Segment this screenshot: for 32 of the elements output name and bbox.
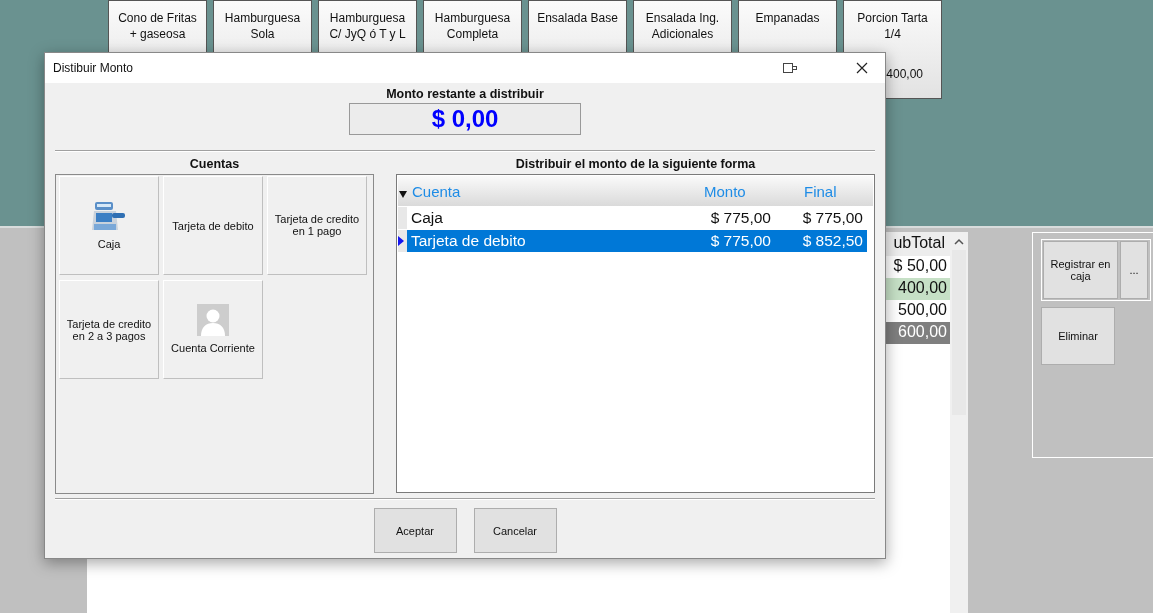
scroll-up-icon[interactable] xyxy=(954,238,964,246)
remaining-amount: $ 0,00 xyxy=(349,103,581,135)
accept-button[interactable]: Aceptar xyxy=(373,508,457,553)
table-cell-text: $ 775,00 xyxy=(801,209,864,227)
table-cell-text: $ 775,00 xyxy=(709,209,772,227)
cancel-button[interactable]: Cancelar xyxy=(473,508,557,553)
table-cell-text: $ 775,00 xyxy=(709,232,772,250)
table-row[interactable]: Tarjeta de debito $ 775,00 $ 852,50 xyxy=(407,230,867,252)
column-header: ubTotal xyxy=(886,232,950,256)
table-cell-text: Caja xyxy=(410,209,444,227)
account-tile[interactable]: Tarjeta de debito xyxy=(163,176,263,275)
register-button[interactable]: Registrar en caja xyxy=(1043,241,1118,299)
more-button[interactable]: ... xyxy=(1120,241,1148,299)
section-title: Cuentas xyxy=(189,157,240,171)
table-cell: 600,00 xyxy=(886,322,950,344)
section-title: Distribuir el monto de la siguiente forma xyxy=(515,157,756,171)
delete-button[interactable]: Eliminar xyxy=(1041,307,1115,365)
row-indicator-icon xyxy=(398,236,404,246)
person-placeholder-icon xyxy=(197,304,229,336)
table-cell-text: $ 852,50 xyxy=(801,232,864,250)
account-tile[interactable]: Caja xyxy=(59,176,159,275)
cash-register-icon xyxy=(92,200,126,232)
account-tile[interactable]: Tarjeta de credito en 2 a 3 pagos xyxy=(59,280,159,379)
row-header[interactable] xyxy=(398,230,407,252)
table-cell: 400,00 xyxy=(886,278,950,300)
account-tile[interactable]: Tarjeta de credito en 1 pago xyxy=(267,176,367,275)
scrollbar[interactable] xyxy=(950,232,968,613)
window-icon[interactable] xyxy=(783,63,797,73)
sort-arrow-icon xyxy=(398,188,408,200)
account-tile[interactable]: Cuenta Corriente xyxy=(163,280,263,379)
table-row[interactable]: Caja $ 775,00 $ 775,00 xyxy=(407,207,867,229)
table-cell-text: Tarjeta de debito xyxy=(410,232,527,250)
